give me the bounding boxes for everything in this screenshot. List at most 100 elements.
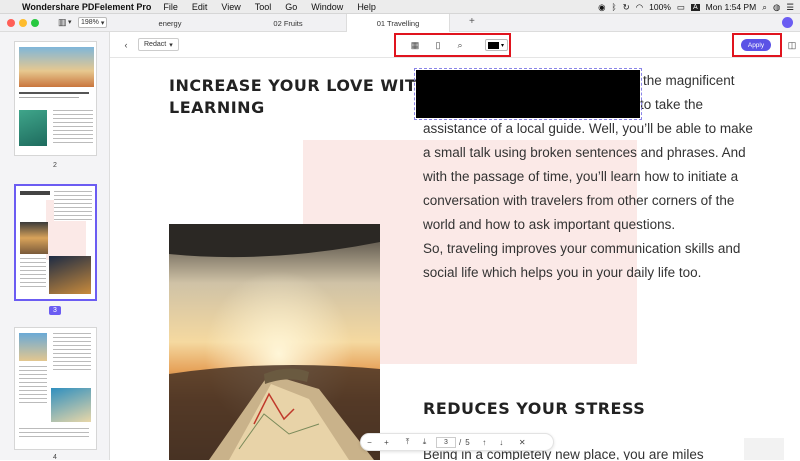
document-canvas[interactable]: INCREASE YOUR LOVE WITH LEARNING the mag… bbox=[110, 58, 800, 460]
back-chevron-icon[interactable]: ‹ bbox=[120, 39, 132, 51]
page-thumbnail-3[interactable] bbox=[14, 184, 97, 301]
thumbnail-text bbox=[19, 92, 89, 94]
chevron-down-icon: ▾ bbox=[169, 41, 173, 49]
zoom-window-icon[interactable] bbox=[31, 18, 39, 27]
page-thumbnail-2[interactable] bbox=[14, 41, 97, 156]
user-avatar[interactable] bbox=[782, 17, 793, 28]
menu-go[interactable]: Go bbox=[285, 2, 297, 12]
paragraph-line: So, traveling improves your communicatio… bbox=[423, 241, 741, 256]
thumbnail-image bbox=[19, 110, 47, 146]
paragraph-line: conversation with travelers from other c… bbox=[423, 193, 735, 208]
menu-edit[interactable]: Edit bbox=[192, 2, 208, 12]
battery-percent: 100% bbox=[649, 2, 671, 12]
menu-file[interactable]: File bbox=[163, 2, 178, 12]
search-redact-icon[interactable]: ⌕ bbox=[454, 39, 466, 51]
current-page-input[interactable]: 3 bbox=[436, 436, 456, 448]
paragraph-line: world and how to ask important questions… bbox=[423, 217, 676, 232]
first-page-button[interactable]: ⤒ bbox=[399, 437, 416, 447]
paragraph-line: a small talk using broken sentences and … bbox=[423, 145, 746, 160]
page-number-2: 2 bbox=[53, 162, 57, 169]
thumbnail-image bbox=[19, 47, 94, 87]
redact-mode-label: Redact bbox=[144, 41, 167, 48]
paragraph-line: to take the bbox=[640, 97, 704, 112]
wifi-icon[interactable]: ◠ bbox=[636, 2, 643, 13]
zoom-value: 198% bbox=[81, 19, 99, 26]
heading-increase-love: INCREASE YOUR LOVE WITH LEARNING bbox=[169, 75, 430, 119]
siri-icon[interactable]: ◍ bbox=[773, 2, 780, 13]
redact-toolbar: ‹ Redact ▾ ▦ ▯ ⌕ ▾ Apply ◫ bbox=[110, 32, 800, 58]
redaction-mark[interactable] bbox=[416, 70, 640, 118]
tab-energy-label: energy bbox=[158, 18, 182, 28]
tab-fruits[interactable]: 02 Fruits bbox=[236, 14, 340, 32]
heading-line-1: INCREASE YOUR LOVE WITH bbox=[169, 76, 431, 95]
tab-energy[interactable]: energy bbox=[118, 14, 222, 32]
close-navigation-button[interactable]: ✕ bbox=[514, 438, 531, 447]
menu-list-icon[interactable]: ☰ bbox=[786, 2, 794, 13]
zoom-in-button[interactable]: + bbox=[378, 438, 395, 447]
travel-photo bbox=[169, 224, 380, 460]
thumbnail-text bbox=[19, 97, 79, 98]
page-number-3: 3 bbox=[0, 306, 110, 315]
new-tab-button[interactable]: + bbox=[469, 16, 475, 27]
thumbnail-image bbox=[19, 333, 47, 361]
menu-view[interactable]: View bbox=[221, 2, 240, 12]
zoom-select[interactable]: 198% ▾ bbox=[78, 17, 108, 28]
paragraph-line: social life which helps you in your dail… bbox=[423, 265, 702, 280]
paragraph-line: with the passage of time, you’ll learn h… bbox=[423, 169, 739, 184]
paragraph-line: the magnificent bbox=[643, 73, 735, 88]
fill-color-picker[interactable]: ▾ bbox=[485, 39, 508, 51]
thumbnail-image bbox=[20, 222, 48, 254]
thumbnail-text bbox=[20, 258, 46, 288]
tab-fruits-label: 02 Fruits bbox=[273, 18, 303, 28]
thumbnail-image bbox=[49, 256, 91, 294]
thumbnail-text bbox=[19, 366, 47, 406]
tab-travelling[interactable]: 01 Travelling bbox=[346, 14, 450, 32]
sync-icon[interactable]: ↻ bbox=[623, 2, 630, 13]
clock[interactable]: Mon 1:54 PM bbox=[706, 2, 757, 12]
menu-help[interactable]: Help bbox=[357, 2, 376, 12]
redact-pages-icon[interactable]: ▯ bbox=[432, 39, 444, 51]
thumbnail-image bbox=[51, 388, 91, 422]
heading-line-2: LEARNING bbox=[169, 98, 265, 117]
page-thumbnails-panel: 2 3 4 bbox=[0, 32, 110, 461]
page-navigation-bar: − + ⤒ ⤓ 3 / 5 ↑ ↓ ✕ bbox=[360, 433, 554, 451]
sidebar-toggle-chevron-icon[interactable]: ▾ bbox=[68, 18, 72, 26]
last-page-button[interactable]: ⤓ bbox=[416, 437, 433, 447]
minimize-window-icon[interactable] bbox=[19, 18, 27, 27]
redact-mode-dropdown[interactable]: Redact ▾ bbox=[138, 38, 179, 51]
menu-window[interactable]: Window bbox=[311, 2, 343, 12]
apply-button[interactable]: Apply bbox=[741, 39, 771, 51]
thumbnail-text bbox=[54, 191, 92, 221]
total-pages: 5 bbox=[465, 437, 470, 447]
panel-toggle-icon[interactable]: ◫ bbox=[786, 39, 798, 51]
dashboard-map-image bbox=[169, 224, 380, 460]
page-number-3-label: 3 bbox=[49, 306, 61, 315]
bluetooth-icon[interactable]: ᛒ bbox=[612, 2, 617, 12]
mark-for-redaction-icon[interactable]: ▦ bbox=[409, 39, 421, 51]
thumbnail-text bbox=[20, 191, 50, 195]
paragraph-line: assistance of a local guide. Well, you’l… bbox=[423, 121, 753, 136]
zoom-chevron-icon: ▾ bbox=[100, 19, 105, 27]
next-page-button[interactable]: ↓ bbox=[493, 438, 510, 447]
tab-bar: ▥ ▾ 198% ▾ energy 02 Fruits 01 Travelling… bbox=[0, 14, 800, 32]
sidebar-toggle-icon[interactable]: ▥ bbox=[58, 17, 67, 28]
battery-icon[interactable]: ▭ bbox=[677, 2, 685, 13]
page-separator: / bbox=[459, 437, 462, 447]
menu-tool[interactable]: Tool bbox=[255, 2, 272, 12]
thumbnail-text bbox=[53, 110, 93, 146]
search-icon[interactable]: ⌕ bbox=[762, 2, 767, 13]
color-swatch bbox=[488, 41, 499, 49]
status-app-icon[interactable]: ◉ bbox=[598, 2, 605, 13]
input-source-icon[interactable]: A bbox=[690, 3, 700, 11]
menu-bar: Wondershare PDFelement Pro File Edit Vie… bbox=[0, 0, 800, 14]
window-controls bbox=[7, 18, 39, 27]
thumbnail-text bbox=[53, 333, 91, 373]
tab-travelling-label: 01 Travelling bbox=[376, 18, 420, 28]
page-thumbnail-4[interactable] bbox=[14, 327, 97, 450]
chevron-down-icon: ▾ bbox=[501, 42, 505, 49]
previous-page-button[interactable]: ↑ bbox=[476, 438, 493, 447]
menu-app-name[interactable]: Wondershare PDFelement Pro bbox=[22, 2, 151, 12]
zoom-out-button[interactable]: − bbox=[361, 438, 378, 447]
close-window-icon[interactable] bbox=[7, 18, 15, 27]
scroll-corner bbox=[744, 438, 784, 460]
